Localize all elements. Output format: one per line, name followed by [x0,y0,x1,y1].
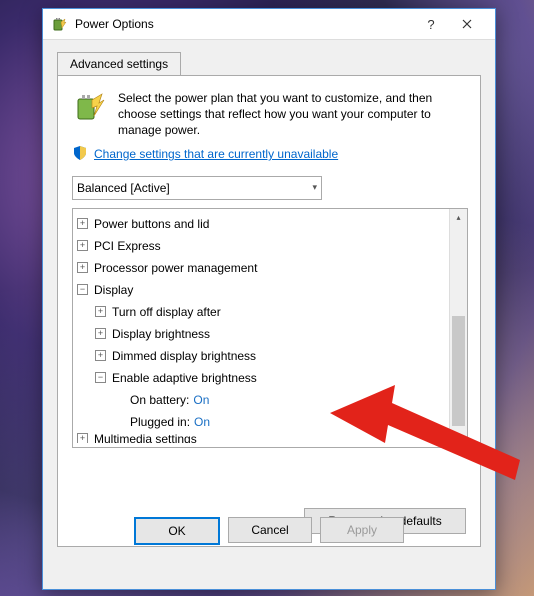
dialog-footer: OK Cancel Apply [43,517,495,545]
power-options-dialog: Power Options ? Advanced settings [42,8,496,590]
tree-node-value[interactable]: On [193,389,209,411]
collapse-icon[interactable]: − [77,284,88,295]
ok-button[interactable]: OK [134,517,220,545]
expand-icon[interactable]: + [77,240,88,251]
cancel-button[interactable]: Cancel [228,517,312,543]
scroll-down-arrow[interactable]: ▾ [450,430,467,447]
dialog-content: Advanced settings Select the power plan … [43,40,495,555]
tree-node[interactable]: + Multimedia settings [77,433,449,443]
expand-icon[interactable]: + [95,306,106,317]
power-plan-value: Balanced [Active] [77,181,170,195]
tree-node-label: Plugged in: [130,411,190,433]
vertical-scrollbar[interactable]: ▴ ▾ [449,209,467,447]
close-button[interactable] [447,9,487,39]
tree-node-value[interactable]: On [194,411,210,433]
scroll-track[interactable] [450,226,467,430]
admin-link-row: Change settings that are currently unava… [72,145,466,164]
chevron-down-icon: ▾ [312,182,317,193]
tree-node-label: Display [94,279,133,301]
change-unavailable-settings-link[interactable]: Change settings that are currently unava… [94,147,338,161]
intro-row: Select the power plan that you want to c… [72,90,466,139]
settings-tree[interactable]: + Power buttons and lid + PCI Express + Proce… [72,208,468,448]
apply-button[interactable]: Apply [320,517,404,543]
tree-node-label: Display brightness [112,323,210,345]
window-title: Power Options [75,17,415,31]
tree-node-label: Enable adaptive brightness [112,367,257,389]
tree-node-label: Dimmed display brightness [112,345,256,367]
tree-node[interactable]: −Enable adaptive brightness [77,367,449,389]
tree-node[interactable]: + Dimmed display brightness [77,345,449,367]
tree-node-label: Processor power management [94,257,257,279]
battery-icon [72,90,106,124]
expand-icon[interactable]: + [77,433,88,443]
tree-node[interactable]: + Turn off display after [77,301,449,323]
tree-node-label: PCI Express [94,235,161,257]
power-options-icon [51,16,67,32]
help-button[interactable]: ? [415,9,447,39]
titlebar: Power Options ? [43,9,495,40]
intro-text: Select the power plan that you want to c… [118,90,466,139]
collapse-icon[interactable]: − [95,372,106,383]
desktop-wallpaper: Power Options ? Advanced settings [0,0,534,596]
tree-node-label: On battery: [130,389,189,411]
expand-icon[interactable]: + [77,218,88,229]
tree-node[interactable]: + Display brightness [77,323,449,345]
tab-body: Select the power plan that you want to c… [57,75,481,547]
tab-advanced-settings[interactable]: Advanced settings [57,52,181,76]
power-plan-select[interactable]: Balanced [Active] ▾ [72,176,322,200]
expand-icon[interactable]: + [95,328,106,339]
expand-icon[interactable]: + [95,350,106,361]
tree-node[interactable]: + Processor power management [77,257,449,279]
tree-node-label: Turn off display after [112,301,221,323]
tree-node-label: Power buttons and lid [94,213,209,235]
tree-node[interactable]: + PCI Express [77,235,449,257]
tree-node-label: Multimedia settings [94,433,197,443]
tree-value-row[interactable]: Plugged in:On [77,411,449,433]
tree-value-row[interactable]: On battery:On [77,389,449,411]
tree-node[interactable]: + Power buttons and lid [77,213,449,235]
tab-strip: Advanced settings [57,52,481,76]
scroll-thumb[interactable] [452,316,465,426]
scroll-up-arrow[interactable]: ▴ [450,209,467,226]
tree-node[interactable]: −Display [77,279,449,301]
expand-icon[interactable]: + [77,262,88,273]
shield-icon [72,145,88,164]
